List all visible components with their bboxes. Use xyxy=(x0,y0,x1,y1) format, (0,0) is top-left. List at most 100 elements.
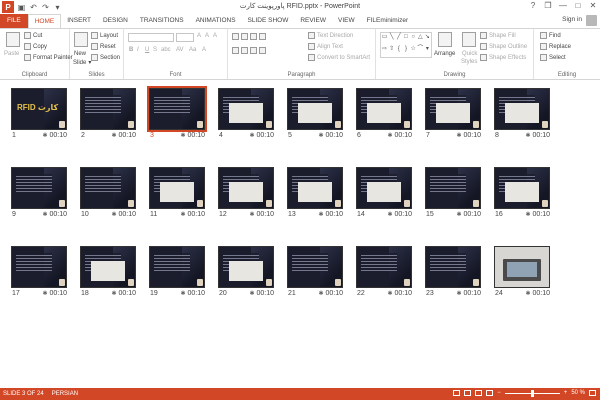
tab-fileminimizer[interactable]: FILEminimizer xyxy=(361,14,415,28)
animation-star-icon[interactable]: ✱ xyxy=(525,291,530,297)
slide-preview[interactable]: RFID کارت xyxy=(11,88,67,130)
slide-thumbnail[interactable]: 7 ✱ 00:10 xyxy=(425,88,481,140)
align-text-button[interactable]: Align Text xyxy=(308,43,343,50)
animation-star-icon[interactable]: ✱ xyxy=(249,291,254,297)
slide-preview[interactable] xyxy=(494,88,550,130)
new-slide-button[interactable]: New xyxy=(74,51,86,57)
brace-shape-icon[interactable]: } xyxy=(402,45,409,57)
zoom-slider-thumb[interactable] xyxy=(530,389,534,397)
animation-star-icon[interactable]: ✱ xyxy=(387,212,392,218)
animation-star-icon[interactable]: ✱ xyxy=(42,212,47,218)
arrange-button[interactable]: Arrange xyxy=(434,51,455,57)
slide-thumbnail[interactable]: 23 ✱ 00:10 xyxy=(425,246,481,298)
italic-button[interactable]: I xyxy=(137,47,139,53)
animation-star-icon[interactable]: ✱ xyxy=(318,291,323,297)
slide-thumbnail[interactable]: 16 ✱ 00:10 xyxy=(494,167,550,219)
reset-button[interactable]: Reset xyxy=(91,43,116,50)
slide-preview[interactable] xyxy=(425,246,481,288)
minimize-button[interactable]: — xyxy=(558,1,568,10)
slide-preview[interactable] xyxy=(494,246,550,288)
section-button[interactable]: Section xyxy=(91,54,120,61)
clear-format-button[interactable]: A xyxy=(213,33,217,39)
slide-thumbnail[interactable]: 22 ✱ 00:10 xyxy=(356,246,412,298)
slide-thumbnail[interactable]: 17 ✱ 00:10 xyxy=(11,246,67,298)
shape-outline-button[interactable]: Shape Outline xyxy=(480,43,527,50)
shape-fill-button[interactable]: Shape Fill xyxy=(480,32,516,39)
animation-star-icon[interactable]: ✱ xyxy=(249,133,254,139)
slide-preview[interactable] xyxy=(80,167,136,209)
slide-thumbnail[interactable]: RFID کارت 1 ✱ 00:10 xyxy=(11,88,67,140)
copy-button[interactable]: Copy xyxy=(24,43,47,50)
rectangle-shape-icon[interactable]: □ xyxy=(402,33,409,45)
normal-view-icon[interactable] xyxy=(453,390,461,396)
slide-preview[interactable] xyxy=(356,88,412,130)
slide-preview[interactable] xyxy=(218,246,274,288)
avatar[interactable] xyxy=(586,15,597,26)
slide-thumbnail[interactable]: 8 ✱ 00:10 xyxy=(494,88,550,140)
help-icon[interactable]: ? xyxy=(528,1,538,10)
slide-thumbnail[interactable]: 2 ✱ 00:10 xyxy=(80,88,136,140)
animation-star-icon[interactable]: ✱ xyxy=(525,212,530,218)
font-name-input[interactable] xyxy=(128,33,174,42)
slide-thumbnail[interactable]: 14 ✱ 00:10 xyxy=(356,167,412,219)
rectangle-shape-icon[interactable]: ▭ xyxy=(381,33,388,45)
close-button[interactable]: ✕ xyxy=(588,1,598,10)
tab-review[interactable]: REVIEW xyxy=(294,14,332,28)
brace-shape-icon[interactable]: { xyxy=(395,45,402,57)
quick-styles-button[interactable]: Quick xyxy=(462,51,477,57)
curve-shape-icon[interactable]: ⌒ xyxy=(417,45,424,57)
animation-star-icon[interactable]: ✱ xyxy=(525,133,530,139)
paste-icon[interactable] xyxy=(6,32,20,47)
slide-preview[interactable] xyxy=(80,88,136,130)
animation-star-icon[interactable]: ✱ xyxy=(456,212,461,218)
slide-preview[interactable] xyxy=(218,167,274,209)
grow-font-button[interactable]: A xyxy=(197,33,201,39)
slide-thumbnail[interactable]: 19 ✱ 00:10 xyxy=(149,246,205,298)
slide-preview[interactable] xyxy=(149,167,205,209)
tab-animations[interactable]: ANIMATIONS xyxy=(190,14,242,28)
format-painter-button[interactable]: Format Painter xyxy=(24,54,73,61)
animation-star-icon[interactable]: ✱ xyxy=(456,291,461,297)
new-slide-icon[interactable] xyxy=(74,32,88,47)
zoom-out-button[interactable]: − xyxy=(497,390,501,396)
slide-preview[interactable] xyxy=(287,88,343,130)
shapes-gallery[interactable]: ▭ ╲ ╱ □ ○ △ ↘ ⇨ ⇧ { } ☆ ⌒ ▾ xyxy=(380,32,432,58)
shape-effects-button[interactable]: Shape Effects xyxy=(480,54,526,61)
triangle-shape-icon[interactable]: △ xyxy=(417,33,424,45)
quick-styles-icon[interactable] xyxy=(462,32,476,47)
quick-styles-label[interactable]: Styles xyxy=(461,59,477,65)
tab-insert[interactable]: INSERT xyxy=(61,14,97,28)
animation-star-icon[interactable]: ✱ xyxy=(387,291,392,297)
font-size-input[interactable] xyxy=(176,33,194,42)
arrow-shape-icon[interactable]: ⇨ xyxy=(381,45,388,57)
slide-thumbnail[interactable]: 5 ✱ 00:10 xyxy=(287,88,343,140)
slide-preview[interactable] xyxy=(494,167,550,209)
align-buttons[interactable] xyxy=(232,47,266,54)
slide-thumbnail[interactable]: 18 ✱ 00:10 xyxy=(80,246,136,298)
ribbon-display-icon[interactable]: ❐ xyxy=(543,1,553,10)
change-case-button[interactable]: Aa xyxy=(189,47,196,53)
new-slide-dropdown[interactable]: Slide ▾ xyxy=(73,59,91,67)
zoom-in-button[interactable]: + xyxy=(564,390,568,396)
tab-design[interactable]: DESIGN xyxy=(97,14,134,28)
cut-button[interactable]: Cut xyxy=(24,32,42,39)
maximize-button[interactable]: □ xyxy=(573,1,583,10)
tab-home[interactable]: HOME xyxy=(27,14,62,28)
slide-thumbnail[interactable]: 6 ✱ 00:10 xyxy=(356,88,412,140)
underline-button[interactable]: U xyxy=(145,47,149,53)
text-direction-button[interactable]: Text Direction xyxy=(308,32,353,39)
fit-slide-icon[interactable] xyxy=(589,390,596,396)
animation-star-icon[interactable]: ✱ xyxy=(180,133,185,139)
slide-thumbnail[interactable]: 21 ✱ 00:10 xyxy=(287,246,343,298)
font-color-button[interactable]: A xyxy=(202,47,206,53)
slide-thumbnail[interactable]: 9 ✱ 00:10 xyxy=(11,167,67,219)
animation-star-icon[interactable]: ✱ xyxy=(387,133,392,139)
strikethrough-button[interactable]: abc xyxy=(161,47,171,53)
slide-preview[interactable] xyxy=(80,246,136,288)
sorter-view-icon[interactable] xyxy=(464,390,472,396)
slide-preview[interactable] xyxy=(425,167,481,209)
slide-preview[interactable] xyxy=(11,167,67,209)
animation-star-icon[interactable]: ✱ xyxy=(111,133,116,139)
arrange-icon[interactable] xyxy=(438,32,452,47)
slide-thumbnail[interactable]: 13 ✱ 00:10 xyxy=(287,167,343,219)
